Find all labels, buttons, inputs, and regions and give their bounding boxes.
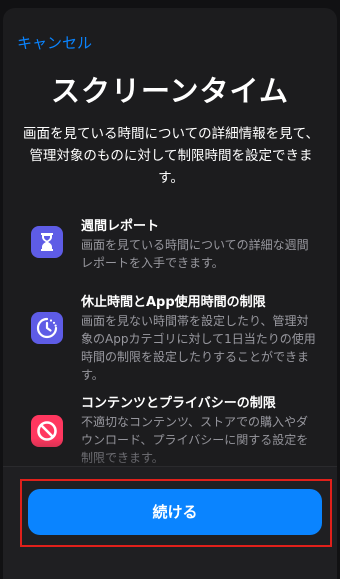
cancel-button[interactable]: キャンセル bbox=[17, 32, 92, 53]
feature-title: 週間レポート bbox=[81, 219, 160, 234]
feature-description: 画面を見ている時間についての詳細な週間レポートを入手できます。 bbox=[81, 238, 309, 270]
downtime-clock-icon bbox=[31, 312, 63, 344]
hourglass-icon bbox=[31, 226, 63, 258]
intro-text: 画面を見ている時間についての詳細情報を見て、管理対象のものに対して制限時間を設定… bbox=[23, 126, 319, 186]
feature-title: 休止時間とApp使用時間の制限 bbox=[81, 295, 266, 310]
feature-title: コンテンツとプライバシーの制限 bbox=[81, 396, 276, 411]
feature-description: 画面を見ない時間帯を設定したり、管理対象のAppカテゴリに対して1日当たりの使用… bbox=[81, 314, 316, 382]
continue-button[interactable]: 続ける bbox=[28, 489, 322, 535]
screen-time-sheet: キャンセル スクリーンタイム 画面を見ている時間についての詳細情報を見て、管理対… bbox=[3, 8, 337, 579]
screen-background: キャンセル スクリーンタイム 画面を見ている時間についての詳細情報を見て、管理対… bbox=[0, 0, 340, 579]
page-title: スクリーンタイム bbox=[51, 74, 289, 108]
